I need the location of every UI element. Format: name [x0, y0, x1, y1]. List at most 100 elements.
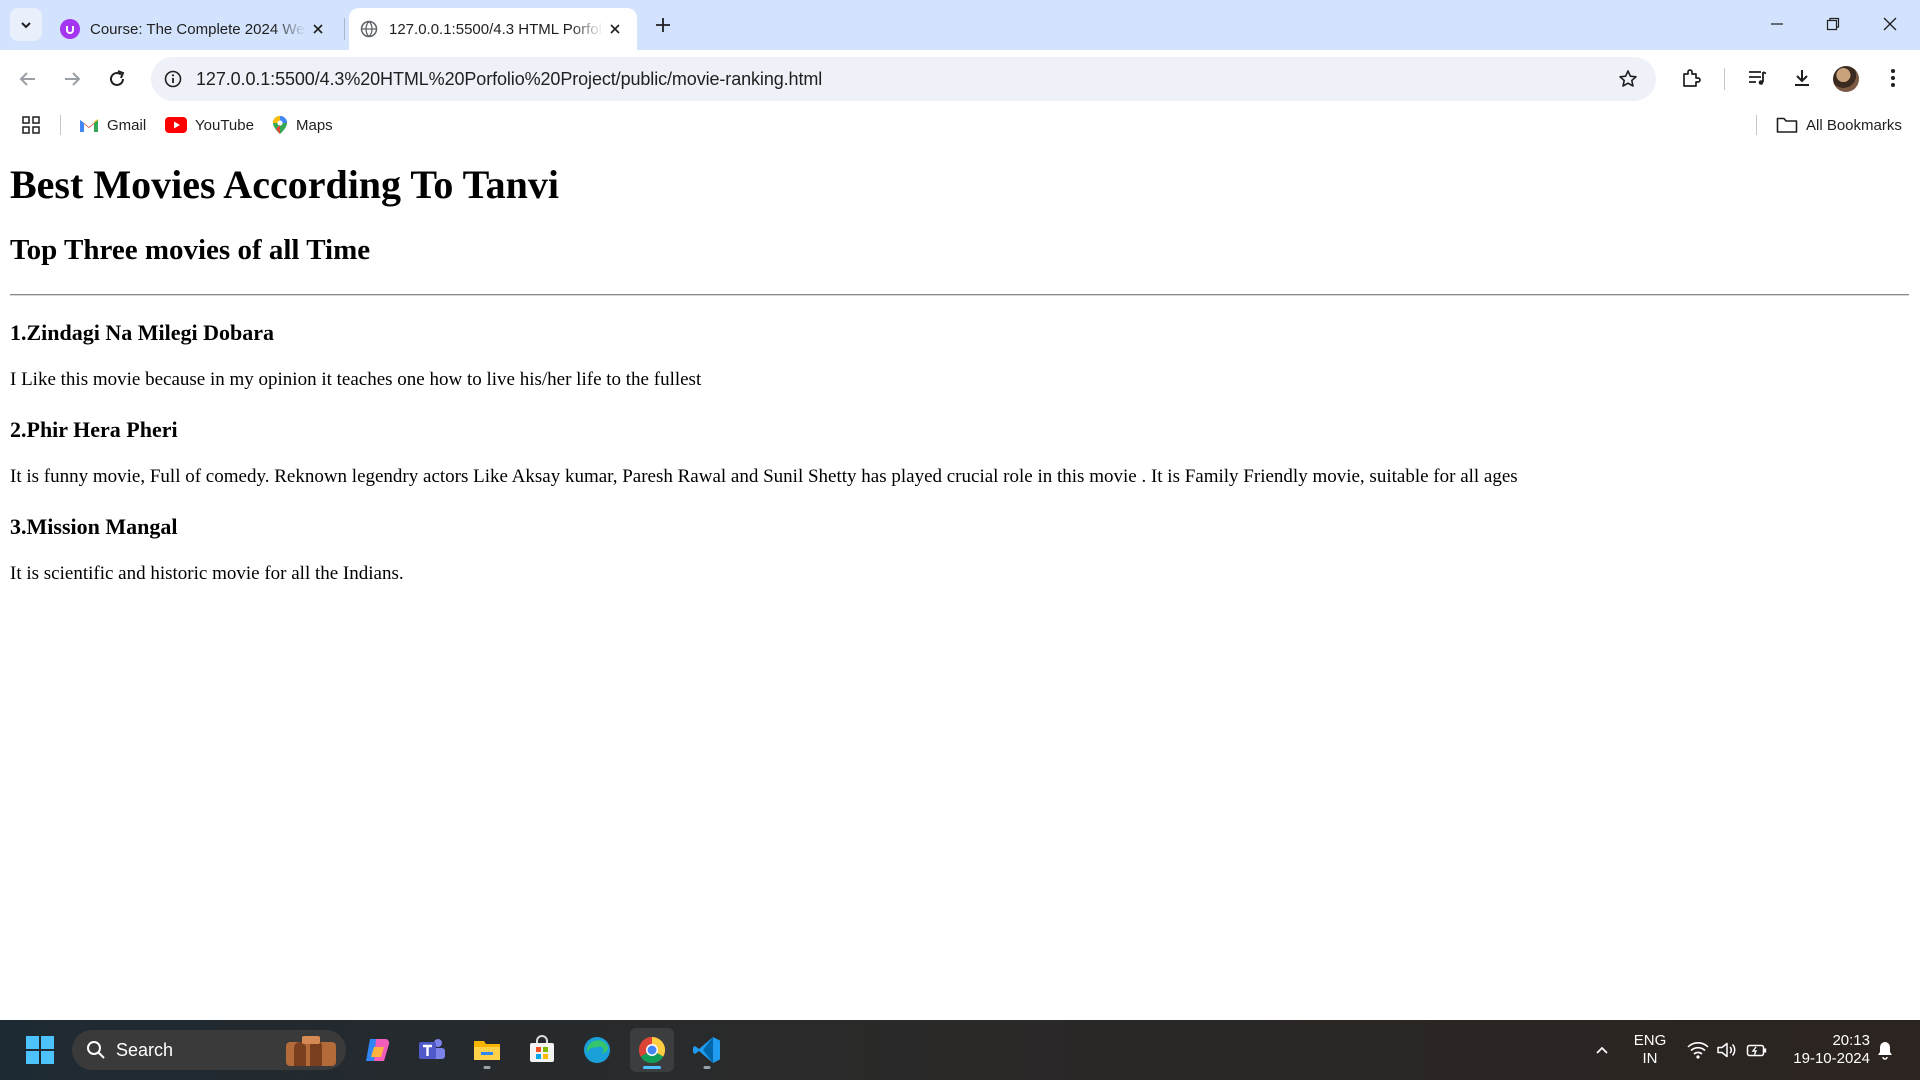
page-subtitle: Top Three movies of all Time [10, 234, 371, 266]
vscode-icon [693, 1037, 720, 1063]
browser-toolbar: 127.0.0.1:5500/4.3%20HTML%20Porfolio%20P… [0, 50, 1920, 108]
taskbar-store[interactable] [520, 1028, 564, 1072]
bookmark-star-icon[interactable] [1616, 67, 1640, 91]
minimize-button[interactable] [1754, 6, 1800, 42]
extensions-icon[interactable] [1675, 62, 1707, 94]
notification-bell-icon[interactable] [1873, 1038, 1897, 1062]
close-icon [1883, 17, 1897, 31]
region-label: IN [1642, 1050, 1658, 1067]
bookmarks-divider [60, 115, 61, 135]
taskbar-edge[interactable] [575, 1028, 619, 1072]
toolbar-divider [1724, 68, 1725, 90]
arrow-left-icon [19, 72, 35, 86]
search-highlight-icon [286, 1036, 336, 1066]
tab-course[interactable]: Course: The Complete 2024 Web Developmen… [50, 8, 340, 50]
movie-heading: 3.Mission Mangal [10, 514, 178, 539]
bookmark-label: Gmail [107, 116, 147, 134]
plus-icon [656, 18, 670, 32]
store-icon [530, 1035, 554, 1062]
chevron-up-icon [1596, 1046, 1608, 1054]
taskbar-copilot[interactable] [355, 1028, 399, 1072]
edge-icon [584, 1037, 610, 1063]
maps-icon [273, 116, 287, 134]
all-bookmarks-label: All Bookmarks [1806, 116, 1902, 134]
tab-divider [344, 18, 345, 40]
close-icon[interactable] [603, 17, 627, 41]
arrow-right-icon [65, 72, 81, 86]
battery-icon[interactable] [1745, 1038, 1769, 1062]
tab-strip: Course: The Complete 2024 Web Developmen… [0, 0, 1920, 50]
back-button[interactable] [11, 62, 45, 96]
movie-description: I Like this movie because in my opinion … [10, 369, 702, 390]
minimize-icon [1771, 23, 1783, 25]
language-indicator[interactable]: ENG IN [1630, 1032, 1670, 1068]
all-bookmarks-button[interactable]: All Bookmarks [1776, 114, 1902, 136]
taskbar-chrome[interactable] [630, 1028, 674, 1072]
apps-grid-icon [22, 116, 40, 134]
bookmarks-divider [1756, 115, 1757, 135]
taskbar: Search ENG IN 20:13 19-10-2024 [0, 1020, 1920, 1080]
bookmark-label: Maps [296, 116, 333, 134]
bookmarks-bar: Gmail YouTube Maps All Bookmarks [0, 108, 1920, 142]
close-window-button[interactable] [1867, 6, 1913, 42]
bookmark-youtube[interactable]: YouTube [165, 114, 254, 136]
youtube-icon [165, 117, 187, 133]
system-clock[interactable]: 20:13 19-10-2024 [1780, 1032, 1870, 1068]
tab-title: Course: The Complete 2024 Web Developmen… [90, 20, 306, 38]
windows-logo-icon [26, 1036, 54, 1064]
running-indicator [703, 1066, 711, 1069]
forward-button[interactable] [55, 62, 89, 96]
search-label: Search [116, 1039, 174, 1060]
close-icon[interactable] [306, 17, 330, 41]
restore-icon [1826, 17, 1840, 31]
chrome-icon [638, 1036, 666, 1064]
apps-button[interactable] [21, 114, 41, 136]
new-tab-button[interactable] [650, 12, 676, 38]
running-indicator [643, 1066, 661, 1069]
copilot-icon [366, 1039, 390, 1061]
tab-title: 127.0.0.1:5500/4.3 HTML Porfolio Project… [389, 20, 603, 38]
page-title: Best Movies According To Tanvi [10, 162, 559, 207]
taskbar-search[interactable]: Search [72, 1030, 346, 1070]
globe-icon [359, 19, 379, 39]
movie-heading: 2.Phir Hera Pheri [10, 417, 178, 442]
bookmark-gmail[interactable]: Gmail [79, 114, 146, 136]
restore-button[interactable] [1810, 6, 1856, 42]
language-label: ENG [1633, 1032, 1667, 1049]
reload-icon [110, 70, 125, 86]
taskbar-file-explorer[interactable] [465, 1028, 509, 1072]
site-info-icon[interactable] [161, 67, 185, 91]
taskbar-vscode[interactable] [685, 1028, 729, 1072]
folder-icon [474, 1041, 500, 1060]
udemy-icon [60, 19, 80, 39]
download-icon[interactable] [1786, 62, 1818, 94]
show-hidden-icons-button[interactable] [1590, 1038, 1614, 1062]
chevron-down-icon [21, 21, 31, 28]
movie-heading: 1.Zindagi Na Milegi Dobara [10, 320, 275, 345]
gmail-icon [80, 119, 98, 132]
clock-date: 19-10-2024 [1793, 1050, 1870, 1067]
profile-avatar[interactable] [1833, 66, 1859, 92]
volume-icon[interactable] [1715, 1038, 1739, 1062]
bookmark-label: YouTube [195, 116, 254, 134]
running-indicator [483, 1066, 491, 1069]
movie-description: It is funny movie, Full of comedy. Rekno… [10, 466, 1518, 487]
bookmark-maps[interactable]: Maps [272, 114, 333, 136]
clock-time: 20:13 [1832, 1032, 1870, 1049]
divider [10, 294, 1909, 296]
tab-search-button[interactable] [10, 8, 42, 41]
wifi-icon[interactable] [1686, 1038, 1710, 1062]
media-controls-icon[interactable] [1741, 62, 1773, 94]
taskbar-teams[interactable] [410, 1028, 454, 1072]
url-text[interactable]: 127.0.0.1:5500/4.3%20HTML%20Porfolio%20P… [196, 69, 822, 90]
tab-movie-ranking[interactable]: 127.0.0.1:5500/4.3 HTML Porfolio Project… [349, 8, 637, 50]
more-menu-icon[interactable] [1877, 62, 1909, 94]
movie-description: It is scientific and historic movie for … [10, 563, 404, 584]
folder-icon [1776, 117, 1798, 133]
search-icon [87, 1041, 105, 1059]
address-bar[interactable]: 127.0.0.1:5500/4.3%20HTML%20Porfolio%20P… [151, 57, 1656, 101]
page-content: Best Movies According To Tanvi Top Three… [0, 142, 1920, 1020]
reload-button[interactable] [100, 62, 134, 96]
teams-icon [419, 1039, 445, 1059]
start-button[interactable] [18, 1028, 62, 1072]
